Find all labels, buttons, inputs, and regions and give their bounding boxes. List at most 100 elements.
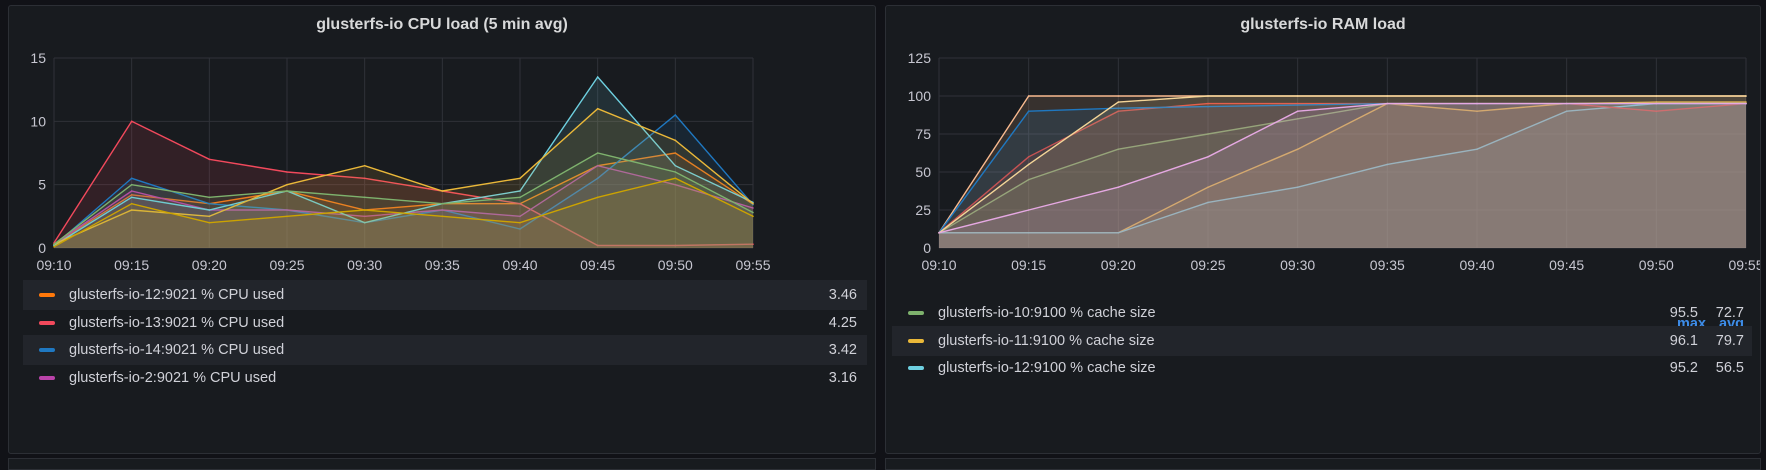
cpu-data-point — [441, 202, 444, 205]
ram-y-tick-label: 125 — [908, 50, 932, 66]
ram-legend-item[interactable]: glusterfs-io-11:9100 % cache size 96.1 79.… — [892, 325, 1752, 356]
cpu-data-point — [286, 183, 288, 186]
ram-data-point — [1476, 95, 1478, 97]
cpu-data-point — [596, 107, 599, 110]
cpu-data-point — [286, 171, 288, 173]
legend-current-value: 4.25 — [828, 314, 857, 331]
cpu-x-tick-label: 09:25 — [269, 257, 304, 273]
ram-load-panel: glusterfs-io RAM load 0 25 50 75 100 125 09:10… — [885, 5, 1761, 454]
cpu-data-point — [53, 245, 55, 248]
ram-data-point — [1027, 110, 1030, 112]
cpu-x-tick-label: 09:30 — [347, 257, 382, 273]
ram-x-tick-label: 09:25 — [1190, 257, 1225, 273]
next-panel-edge-left — [8, 458, 876, 470]
ram-y-tick-label: 0 — [923, 240, 931, 256]
ram-data-point — [1027, 95, 1030, 97]
ram-data-point — [1117, 101, 1120, 103]
ram-data-point — [1296, 95, 1299, 97]
series-color-swatch — [39, 293, 55, 297]
cpu-data-point — [363, 164, 366, 167]
cpu-legend-item[interactable]: glusterfs-io-13:9021 % CPU used 4.25 — [23, 308, 867, 338]
ram-y-tick-label: 50 — [915, 164, 931, 180]
legend-series-name: glusterfs-io-2:9021 % CPU used — [69, 369, 277, 386]
ram-load-chart[interactable]: 0 25 50 75 100 125 09:10 09:15 09:20 09:25 09:30 09… — [886, 6, 1760, 306]
ram-data-point — [938, 232, 940, 234]
cpu-legend-item[interactable]: glusterfs-io-12:9021 % CPU used 3.46 — [23, 280, 867, 310]
cpu-load-panel: glusterfs-io CPU load (5 min avg) 0 5 10 15… — [8, 5, 876, 454]
cpu-data-point — [752, 215, 754, 218]
cpu-data-point — [286, 215, 288, 218]
legend-max-value: 95.5 — [1669, 305, 1698, 321]
cpu-legend-item[interactable]: glusterfs-io-2:9021 % CPU used 3.16 — [23, 363, 867, 393]
cpu-data-point — [752, 211, 754, 214]
cpu-x-tick-label: 09:35 — [425, 257, 460, 273]
cpu-x-tick-label: 09:10 — [36, 257, 71, 273]
legend-series-name: glusterfs-io-14:9021 % CPU used — [69, 342, 285, 358]
cpu-data-point — [596, 152, 599, 154]
series-color-swatch — [908, 338, 924, 343]
ram-y-tick-label: 25 — [915, 202, 931, 218]
series-color-swatch — [908, 311, 924, 315]
legend-series-name: glusterfs-io-10:9100 % cache size — [938, 305, 1156, 321]
ram-data-point — [1386, 95, 1389, 97]
legend-avg-value: 79.7 — [1715, 332, 1744, 349]
legend-max-value: 95.2 — [1669, 360, 1698, 376]
cpu-data-point — [363, 196, 366, 199]
cpu-legend-item[interactable]: glusterfs-io-14:9021 % CPU used 3.42 — [23, 335, 867, 365]
ram-x-tick-label: 09:15 — [1011, 257, 1046, 273]
cpu-data-point — [519, 221, 521, 224]
legend-series-name: glusterfs-io-13:9021 % CPU used — [69, 314, 285, 331]
cpu-y-tick-label: 5 — [38, 177, 46, 193]
cpu-y-tick-label: 0 — [38, 240, 46, 256]
legend-avg-value: 56.5 — [1715, 360, 1744, 376]
next-panel-edge-right — [885, 458, 1761, 470]
cpu-x-tick-label: 09:55 — [735, 257, 770, 273]
cpu-data-point — [752, 202, 754, 205]
cpu-data-point — [208, 158, 211, 161]
cpu-data-point — [53, 243, 55, 245]
cpu-data-point — [674, 139, 677, 142]
legend-current-value: 3.46 — [828, 287, 857, 303]
legend-series-name: glusterfs-io-12:9021 % CPU used — [69, 287, 285, 303]
cpu-data-point — [208, 221, 211, 224]
cpu-data-point — [208, 196, 211, 199]
cpu-x-tick-label: 09:20 — [192, 257, 227, 273]
cpu-data-point — [519, 177, 521, 180]
ram-x-tick-label: 09:20 — [1101, 257, 1136, 273]
ram-data-point — [1655, 95, 1658, 97]
ram-legend-item[interactable]: glusterfs-io-10:9100 % cache size 95.5 72.… — [892, 298, 1752, 328]
cpu-x-tick-label: 09:50 — [658, 257, 693, 273]
series-color-swatch — [39, 375, 55, 380]
series-color-swatch — [39, 348, 55, 352]
ram-x-tick-label: 09:55 — [1728, 257, 1760, 273]
cpu-data-point — [363, 209, 366, 211]
ram-data-point — [1655, 102, 1658, 105]
legend-series-name: glusterfs-io-11:9100 % cache size — [938, 332, 1155, 349]
series-color-swatch — [908, 366, 924, 370]
ram-data-point — [1207, 95, 1209, 97]
ram-x-tick-label: 09:40 — [1459, 257, 1494, 273]
ram-data-point — [1386, 102, 1389, 105]
ram-x-tick-label: 09:50 — [1639, 257, 1674, 273]
ram-data-point — [1027, 209, 1030, 211]
ram-data-point — [1117, 95, 1120, 97]
ram-x-tick-label: 09:35 — [1370, 257, 1405, 273]
cpu-data-point — [596, 196, 599, 199]
cpu-data-point — [596, 76, 599, 78]
cpu-data-point — [130, 183, 133, 186]
cpu-load-chart[interactable]: 0 5 10 15 09:10 09:15 09:20 09:25 09:30 09:35 09:4… — [9, 6, 875, 306]
cpu-x-tick-label: 09:40 — [502, 257, 537, 273]
cpu-data-point — [130, 120, 133, 123]
cpu-data-point — [441, 215, 444, 218]
ram-data-point — [1476, 102, 1478, 105]
legend-current-value: 3.16 — [828, 369, 857, 386]
cpu-y-tick-label: 10 — [30, 113, 46, 129]
ram-y-tick-label: 100 — [908, 88, 932, 104]
ram-data-point — [1745, 95, 1747, 97]
cpu-data-point — [130, 177, 133, 180]
ram-x-tick-label: 09:30 — [1280, 257, 1315, 273]
ram-legend-item[interactable]: glusterfs-io-12:9100 % cache size 95.2 56.… — [892, 353, 1752, 383]
ram-x-tick-label: 09:10 — [921, 257, 956, 273]
cpu-data-point — [441, 190, 444, 192]
cpu-x-tick-label: 09:15 — [114, 257, 149, 273]
